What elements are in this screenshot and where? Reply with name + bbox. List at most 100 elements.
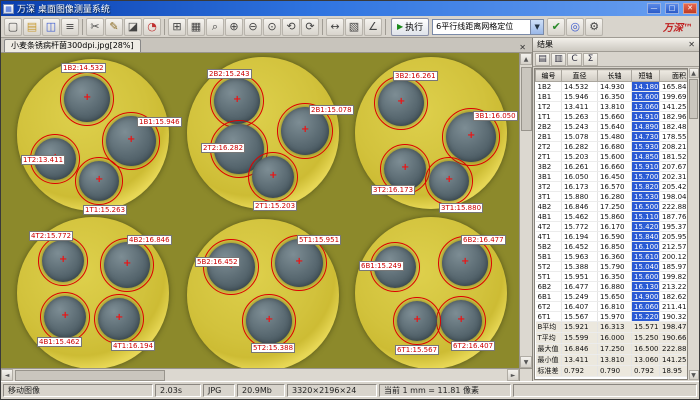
scroll-right-icon[interactable]: ► — [507, 369, 519, 381]
measure-label[interactable]: 3B2:16.261 — [393, 71, 438, 81]
measure-label[interactable]: 4T1:16.194 — [111, 341, 155, 351]
summary-row[interactable]: 标准差0.7920.7900.79218.95 — [536, 366, 689, 377]
image-canvas[interactable]: +1B2:14.532+1B1:15.946+1T2:13.411+1T1:15… — [1, 53, 519, 368]
zoom-in-icon[interactable]: ⊕ — [225, 18, 243, 36]
measure-label[interactable]: 2T2:16.282 — [201, 143, 245, 153]
cut-icon[interactable]: ✂ — [86, 18, 104, 36]
measure-label[interactable]: 1B1:15.946 — [137, 117, 182, 127]
measure-label[interactable]: 6T2:16.407 — [451, 341, 495, 351]
chart-icon[interactable]: ▥ — [551, 53, 566, 66]
magnifier-icon[interactable]: ⌕ — [206, 18, 224, 36]
select-region-icon[interactable]: ▦ — [187, 18, 205, 36]
measure-label[interactable]: 6B2:16.477 — [461, 235, 506, 245]
measure-label[interactable]: 5T2:15.388 — [251, 343, 295, 353]
result-row[interactable]: 6B216.47716.88016.130213.22 — [536, 282, 689, 292]
column-header[interactable]: 直径 — [562, 70, 598, 82]
settings-gear-icon[interactable]: ⚙ — [585, 18, 603, 36]
result-row[interactable]: 6T115.56715.97015.220190.32 — [536, 312, 689, 322]
maximize-button[interactable]: □ — [665, 3, 679, 14]
measure-label[interactable]: 1T2:13.411 — [21, 155, 65, 165]
measure-label[interactable]: 2T1:15.203 — [253, 201, 297, 211]
column-header[interactable]: 面积 — [660, 70, 689, 82]
measure-label[interactable]: 3T1:15.880 — [439, 203, 483, 213]
result-row[interactable]: 3B216.26116.66015.910207.67 — [536, 162, 689, 172]
result-row[interactable]: 4B115.46215.86015.110187.76 — [536, 212, 689, 222]
export-table-icon[interactable]: ▤ — [535, 53, 550, 66]
result-row[interactable]: 1T213.41113.81013.060141.25 — [536, 102, 689, 112]
result-row[interactable]: 3B116.05016.45015.700202.31 — [536, 172, 689, 182]
print-icon[interactable]: ≡ — [61, 18, 79, 36]
column-header[interactable]: 短轴 — [632, 70, 660, 82]
result-row[interactable]: 5B115.96316.36015.610200.12 — [536, 252, 689, 262]
measure-label[interactable]: 1B2:14.532 — [61, 63, 106, 73]
measure-label[interactable]: 4B2:16.846 — [127, 235, 172, 245]
measure-label[interactable]: 5B2:16.452 — [195, 257, 240, 267]
horizontal-scrollbar[interactable]: ◄ ► — [1, 368, 519, 381]
apply-icon[interactable]: ✔ — [547, 18, 565, 36]
new-file-icon[interactable]: ▢ — [4, 18, 22, 36]
summary-row[interactable]: 最小值13.41113.81013.060141.25 — [536, 355, 689, 366]
rotate-left-icon[interactable]: ⟲ — [282, 18, 300, 36]
result-row[interactable]: 2T216.28216.68015.930208.21 — [536, 142, 689, 152]
execute-button[interactable]: ▶ 执行 — [391, 18, 429, 36]
scroll-down-icon[interactable]: ▼ — [520, 356, 532, 368]
image-tab[interactable]: 小麦条锈病杆菌300dpi.jpg[28%] — [4, 39, 141, 52]
result-row[interactable]: 1B214.53214.93014.180165.84 — [536, 82, 689, 92]
result-row[interactable]: 3T216.17316.57015.820205.42 — [536, 182, 689, 192]
open-file-icon[interactable]: ▤ — [23, 18, 41, 36]
results-close-icon[interactable]: ✕ — [688, 40, 695, 49]
measure-label[interactable]: 6B1:15.249 — [359, 261, 404, 271]
measure-label[interactable]: 5T1:15.951 — [297, 235, 341, 245]
results-scroll-up-icon[interactable]: ▲ — [689, 68, 699, 78]
result-row[interactable]: 5B216.45216.85016.100212.57 — [536, 242, 689, 252]
minimize-button[interactable]: — — [647, 3, 661, 14]
measure-angle-icon[interactable]: ∠ — [364, 18, 382, 36]
zoom-out-icon[interactable]: ⊖ — [244, 18, 262, 36]
measure-label[interactable]: 3T2:16.173 — [371, 185, 415, 195]
color-picker-icon[interactable]: ◔ — [143, 18, 161, 36]
scroll-left-icon[interactable]: ◄ — [1, 369, 13, 381]
sum-icon[interactable]: Σ — [583, 53, 598, 66]
measure-area-icon[interactable]: ▧ — [345, 18, 363, 36]
measure-label[interactable]: 4T2:15.772 — [29, 231, 73, 241]
result-row[interactable]: 4B216.84617.25016.500222.88 — [536, 202, 689, 212]
save-icon[interactable]: ◫ — [42, 18, 60, 36]
column-header[interactable]: 长轴 — [598, 70, 632, 82]
summary-row[interactable]: T平均15.59916.00015.250190.66 — [536, 333, 689, 344]
measure-label[interactable]: 2B2:15.243 — [207, 69, 252, 79]
result-row[interactable]: 4T215.77216.17015.420195.37 — [536, 222, 689, 232]
vertical-scrollbar[interactable]: ▲ ▼ — [519, 53, 532, 368]
result-row[interactable]: 2T115.20315.60014.850181.52 — [536, 152, 689, 162]
result-row[interactable]: 2B215.24315.64014.890182.48 — [536, 122, 689, 132]
results-scroll-down-icon[interactable]: ▼ — [689, 370, 699, 380]
measure-length-icon[interactable]: ↔ — [326, 18, 344, 36]
result-row[interactable]: 1T115.26315.66014.910182.96 — [536, 112, 689, 122]
tab-close-icon[interactable]: ✕ — [516, 43, 529, 52]
result-row[interactable]: 5T215.38815.79015.040185.97 — [536, 262, 689, 272]
summary-row[interactable]: 最大值16.84617.25016.500222.88 — [536, 344, 689, 355]
result-row[interactable]: 2B115.07815.48014.730178.55 — [536, 132, 689, 142]
eraser-icon[interactable]: ◪ — [124, 18, 142, 36]
measure-label[interactable]: 4B1:15.462 — [37, 337, 82, 347]
measure-label[interactable]: 3B1:16.050 — [473, 111, 518, 121]
measure-label[interactable]: 2B1:15.078 — [309, 105, 354, 115]
measure-label[interactable]: 1T1:15.263 — [83, 205, 127, 215]
copy-icon[interactable]: C — [567, 53, 582, 66]
zoom-fit-icon[interactable]: ⊙ — [263, 18, 281, 36]
grid-icon[interactable]: ⊞ — [168, 18, 186, 36]
result-row[interactable]: 3T115.88016.28015.530198.04 — [536, 192, 689, 202]
result-row[interactable]: 6B115.24915.65014.900182.62 — [536, 292, 689, 302]
result-row[interactable]: 1B115.94616.35015.600199.69 — [536, 92, 689, 102]
column-header[interactable]: 编号 — [536, 70, 562, 82]
result-row[interactable]: 6T216.40716.81016.060211.41 — [536, 302, 689, 312]
target-icon[interactable]: ◎ — [566, 18, 584, 36]
result-row[interactable]: 5T115.95116.35015.600199.82 — [536, 272, 689, 282]
rotate-right-icon[interactable]: ⟳ — [301, 18, 319, 36]
horizontal-scroll-thumb[interactable] — [15, 370, 165, 381]
result-row[interactable]: 4T116.19416.59015.840205.95 — [536, 232, 689, 242]
measure-label[interactable]: 6T1:15.567 — [395, 345, 439, 355]
results-scrollbar[interactable]: ▲ ▼ — [688, 68, 699, 380]
vertical-scroll-thumb[interactable] — [521, 67, 532, 131]
close-button[interactable]: ✕ — [683, 3, 697, 14]
scroll-up-icon[interactable]: ▲ — [520, 53, 532, 65]
